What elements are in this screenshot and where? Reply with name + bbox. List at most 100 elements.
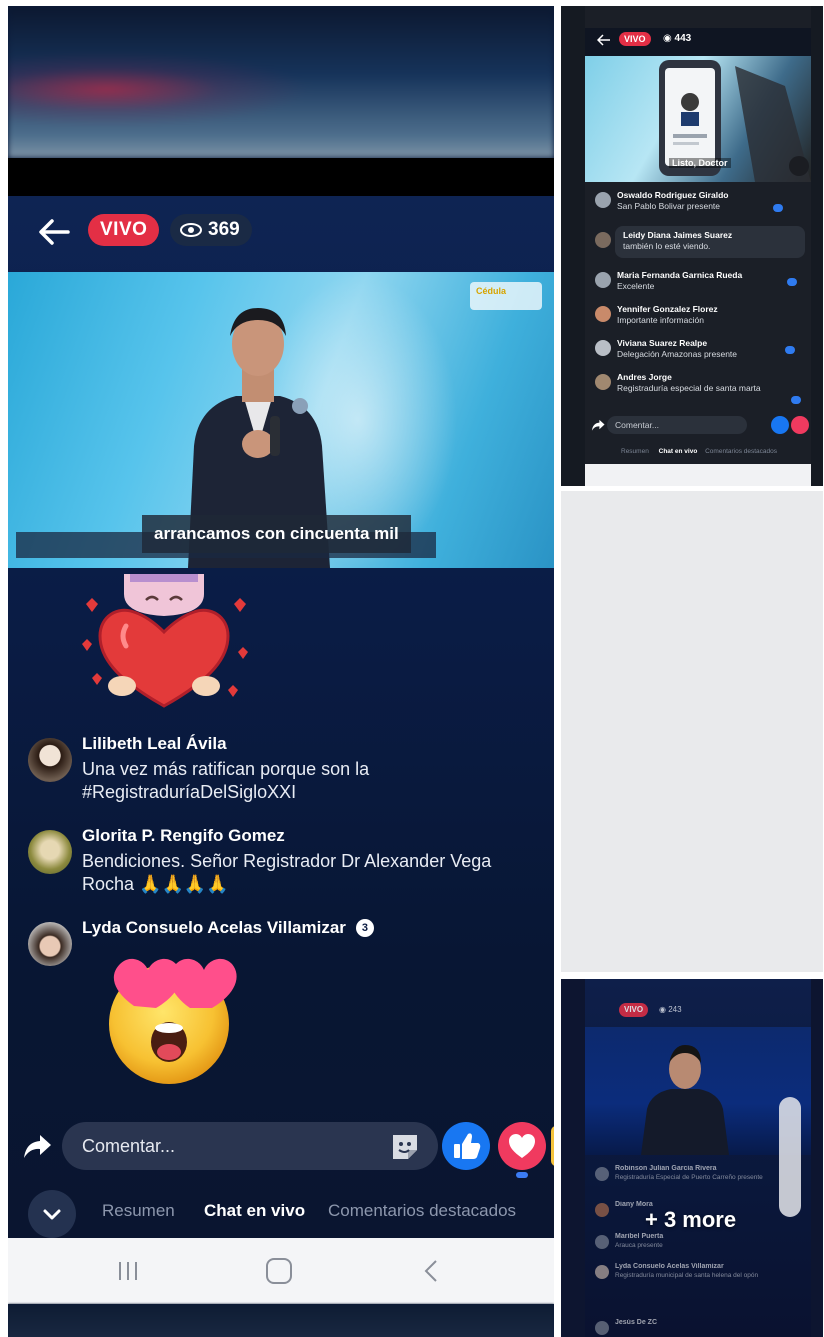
speaker-figure-image <box>641 1045 729 1155</box>
tab-comentarios-destacados[interactable]: Comentarios destacados <box>328 1201 516 1221</box>
tab-resumen: Resumen <box>621 448 649 455</box>
comment-author: Robinson Julian Garcia Rivera <box>615 1165 717 1172</box>
avatar[interactable] <box>28 738 72 782</box>
video-player[interactable]: Cédula arrancamos con cincuenta mil <box>8 272 554 568</box>
heart-eyes-emoji-icon <box>109 958 237 1084</box>
comment-item: Glorita P. Rengifo Gomez Bendiciones. Se… <box>28 826 548 906</box>
chevron-down-icon <box>43 1209 61 1220</box>
avatar <box>595 306 611 322</box>
status-bar <box>8 158 554 196</box>
comment-author: Maribel Puerta <box>615 1233 664 1240</box>
home-icon[interactable] <box>266 1258 292 1284</box>
comment-text: Bendiciones. Señor Registrador Dr Alexan… <box>82 851 492 894</box>
selected-reaction-indicator <box>516 1172 528 1178</box>
avatar <box>595 272 611 288</box>
blurred-footer-image <box>8 1304 554 1337</box>
comment-author[interactable]: Lilibeth Leal Ávila <box>82 734 227 754</box>
like-count-icon <box>785 346 795 354</box>
thumbnail-blank-placeholder[interactable] <box>561 491 823 972</box>
comment-text: Registraduría municipal de santa helena … <box>615 1272 759 1279</box>
comment-text: San Pablo Bolivar presente <box>617 201 721 211</box>
android-nav-bar <box>8 1238 554 1304</box>
comment-author: Lyda Consuelo Acelas Villamizar <box>615 1263 724 1270</box>
comment-author: Lyda Consuelo Acelas Villamizar 3 <box>82 918 374 938</box>
live-badge: VIVO <box>619 1003 649 1017</box>
comment-item: Jesús De ZC <box>595 1319 805 1335</box>
thumbnail-video <box>585 1027 811 1155</box>
avatar[interactable] <box>28 830 72 874</box>
comment-text: Delegación Amazonas presente <box>617 349 738 359</box>
tab-resumen[interactable]: Resumen <box>102 1201 175 1221</box>
viewer-count: 369 <box>208 219 240 240</box>
comment-author: Leidy Diana Jaimes Suarez <box>623 230 733 240</box>
like-count-icon <box>791 396 801 404</box>
tab-comentarios-destacados: Comentarios destacados <box>705 448 778 455</box>
avatar <box>595 1265 609 1279</box>
avatar <box>595 192 611 208</box>
nav-back-icon[interactable] <box>422 1258 440 1284</box>
share-icon <box>591 419 605 431</box>
comment-author: Maria Fernanda Garnica Rueda <box>617 270 743 280</box>
thumbs-up-icon <box>454 1133 481 1159</box>
avatar <box>595 1203 609 1217</box>
heart-icon <box>509 1134 535 1158</box>
comment-item: Robinson Julian Garcia Rivera Registradu… <box>595 1165 805 1189</box>
avatar <box>595 1167 609 1181</box>
back-arrow-icon <box>597 34 610 46</box>
tab-chat-en-vivo[interactable]: Chat en vivo <box>204 1201 305 1221</box>
comment-item: Maria Fernanda Garnica Rueda Excelente <box>595 270 805 296</box>
comment-item: Maribel Puerta Arauca presente <box>595 1233 805 1253</box>
comment-author: Viviana Suarez Realpe <box>617 338 708 348</box>
viewer-count: ◉ 243 <box>659 1005 682 1014</box>
live-badge: VIVO <box>88 214 160 246</box>
love-reaction-button[interactable] <box>498 1122 546 1170</box>
tab-chat-en-vivo: Chat en vivo <box>658 448 698 455</box>
comment-author-name[interactable]: Lyda Consuelo Acelas Villamizar <box>82 918 346 937</box>
heart-sticker-icon <box>82 574 248 708</box>
comment-author[interactable]: Glorita P. Rengifo Gomez <box>82 826 285 846</box>
eye-icon <box>180 223 202 237</box>
thumbnail-live-chat-1[interactable]: VIVO ◉ 443 Listo, Doctor Oswaldo Rodrigu… <box>561 6 823 486</box>
video-caption: Listo, Doctor <box>669 158 731 168</box>
share-icon[interactable] <box>22 1132 52 1160</box>
comment-author: Yennifer Gonzalez Florez <box>617 304 718 314</box>
avatar <box>595 232 611 248</box>
thumbnail-live-chat-2[interactable]: VIVO ◉ 243 Robinson Julian Garcia Rivera… <box>561 979 823 1337</box>
avatar <box>595 1235 609 1249</box>
viewer-count: ◉ 443 <box>663 33 692 44</box>
comment-text: Registraduría especial de santa marta <box>617 383 761 393</box>
live-video-screen: VIVO 369 Cédula arrancamos con cincuenta… <box>8 196 554 1238</box>
comment-text: también lo esté viendo. <box>623 241 711 251</box>
collapse-button[interactable] <box>28 1190 76 1238</box>
comment-author: Jesús De ZC <box>615 1319 658 1326</box>
live-caption: arrancamos con cincuenta mil <box>142 515 411 553</box>
sticker-icon[interactable] <box>390 1132 420 1162</box>
avatar <box>595 340 611 356</box>
comment-item: Leidy Diana Jaimes Suarez también lo est… <box>595 226 805 260</box>
recents-icon[interactable] <box>116 1260 140 1282</box>
android-nav-bar <box>585 464 811 486</box>
like-reaction-button[interactable] <box>442 1122 490 1170</box>
comment-input[interactable]: Comentar... <box>62 1122 438 1170</box>
like-count-icon <box>787 278 797 286</box>
comment-item: Lyda Consuelo Acelas Villamizar Registra… <box>595 1263 805 1307</box>
fan-badge: 3 <box>355 919 374 937</box>
viewer-count-badge: 369 <box>170 214 252 246</box>
more-reactions-button[interactable] <box>551 1126 554 1166</box>
more-images-label[interactable]: + 3 more <box>645 1207 736 1233</box>
avatar[interactable] <box>28 922 72 966</box>
viewer-count-value: 443 <box>674 33 692 44</box>
comment-item: Yennifer Gonzalez Florez Importante info… <box>595 304 805 330</box>
comment-text: Excelente <box>617 281 655 291</box>
comment-text: Una vez más ratifican porque son la #Reg… <box>82 759 370 802</box>
comment-item: Lilibeth Leal Ávila Una vez más ratifica… <box>28 734 548 814</box>
comment-item: Andres Jorge Registraduría especial de s… <box>595 372 805 408</box>
comment-text: Importante información <box>617 315 704 325</box>
like-reaction-button <box>771 416 789 434</box>
comment-item: Viviana Suarez Realpe Delegación Amazona… <box>595 338 805 364</box>
comment-text: Arauca presente <box>615 1242 663 1249</box>
live-badge: VIVO <box>619 32 651 46</box>
comment-text: Registraduría Especial de Puerto Carreño… <box>615 1174 763 1181</box>
back-arrow-icon[interactable] <box>34 216 74 248</box>
avatar <box>595 374 611 390</box>
